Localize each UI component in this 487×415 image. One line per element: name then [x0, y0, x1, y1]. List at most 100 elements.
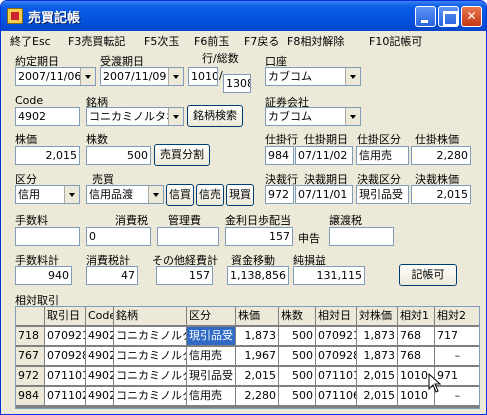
grid-header-cell[interactable]: Code — [86, 307, 114, 326]
menu-f5-next[interactable]: F5次玉 — [144, 33, 179, 49]
category-cell[interactable]: 信用売 — [187, 347, 236, 366]
chevron-down-icon[interactable] — [345, 108, 360, 125]
split-trade-button[interactable]: 売買分割 — [154, 144, 210, 166]
grid-header-cell[interactable]: 取引日 — [45, 307, 86, 326]
code-cell[interactable]: 4902 — [86, 327, 114, 346]
meigara-cell[interactable]: コニカミノルタ — [114, 347, 187, 366]
row-number-field[interactable]: 1010 — [188, 67, 218, 86]
net-profit-field[interactable]: 131,115 — [293, 266, 365, 285]
relative-price-cell[interactable]: 1,873 — [357, 327, 398, 346]
relative2-cell[interactable]: 717 — [435, 327, 479, 346]
code-cell[interactable]: 4902 — [86, 347, 114, 366]
shares-cell[interactable]: 500 — [279, 347, 316, 366]
menu-f10-record[interactable]: F10記帳可 — [369, 33, 422, 49]
minimize-button[interactable] — [415, 6, 436, 27]
meigara-cell[interactable]: コニカミノルタ — [114, 367, 187, 386]
code-cell[interactable]: 4902 — [86, 387, 114, 406]
shares-cell[interactable]: 500 — [279, 367, 316, 386]
category-cell[interactable]: 信用売 — [187, 387, 236, 406]
transfer-tax-field[interactable] — [329, 227, 394, 246]
relative-date-cell[interactable]: 070921 — [316, 327, 357, 346]
trade-date-cell[interactable]: 071101 — [45, 367, 86, 386]
close-type-field[interactable]: 現引品受 — [356, 185, 409, 204]
close-date-field[interactable]: 07/11/01 — [295, 185, 353, 204]
shares-field[interactable]: 500 — [86, 146, 151, 165]
relative-trade-grid[interactable]: 取引日 Code 銘柄 区分 株価 株数 相対日 対株価 相対1 相対2 718… — [15, 306, 480, 409]
chevron-down-icon[interactable] — [345, 68, 360, 85]
ukewatashi-date-select[interactable]: 2007/11/09 — [100, 67, 184, 86]
menu-f7-back[interactable]: F7戻る — [244, 33, 279, 49]
grid-header-cell[interactable]: 区分 — [187, 307, 236, 326]
relative-date-cell[interactable]: 071106 — [316, 387, 357, 406]
menu-f8-release[interactable]: F8相対解除 — [287, 33, 344, 49]
interest-dividend-field[interactable]: 157 — [225, 227, 293, 246]
open-date-field[interactable]: 07/11/02 — [295, 146, 353, 165]
grid-header-cell[interactable]: 相対1 — [398, 307, 435, 326]
account-select[interactable]: カブコム — [265, 67, 361, 86]
menu-exit[interactable]: 終了Esc — [10, 33, 51, 49]
price-cell[interactable]: 1,873 — [236, 327, 279, 346]
tax-total-field[interactable]: 47 — [86, 266, 138, 285]
open-type-field[interactable]: 信用売 — [356, 146, 409, 165]
shares-cell[interactable]: 500 — [279, 327, 316, 346]
grid-header-cell[interactable]: 銘柄 — [114, 307, 187, 326]
relative2-cell[interactable]: – — [435, 347, 479, 366]
relative-date-cell[interactable]: 071101 — [316, 367, 357, 386]
price-cell[interactable]: 1,967 — [236, 347, 279, 366]
menu-f3-transfer[interactable]: F3売買転記 — [68, 33, 125, 49]
relative-date-cell[interactable]: 070928 — [316, 347, 357, 366]
securities-company-select[interactable]: カブコム — [265, 107, 361, 126]
title-bar[interactable]: 売買記帳 — [1, 1, 486, 31]
relative-price-cell[interactable]: 2,015 — [357, 387, 398, 406]
meigara-cell[interactable]: コニカミノルタ — [114, 387, 187, 406]
consumption-tax-field[interactable]: 0 — [86, 227, 151, 246]
close-button[interactable] — [461, 6, 482, 27]
chevron-down-icon[interactable] — [64, 186, 79, 203]
meigara-select[interactable]: コニカミノルタホー — [86, 107, 184, 126]
trade-date-cell[interactable]: 070921 — [45, 327, 86, 346]
margin-sell-button[interactable]: 信売 — [196, 184, 224, 206]
menu-f6-prev[interactable]: F6前玉 — [194, 33, 229, 49]
price-field[interactable]: 2,015 — [15, 146, 80, 165]
close-price-field[interactable]: 2,015 — [411, 185, 471, 204]
yakujo-date-select[interactable]: 2007/11/06 — [15, 67, 96, 86]
relative-price-cell[interactable]: 2,015 — [357, 367, 398, 386]
trade-select[interactable]: 信用品渡 — [86, 185, 164, 204]
chevron-down-icon[interactable] — [168, 108, 183, 125]
code-cell[interactable]: 4902 — [86, 367, 114, 386]
open-price-field[interactable]: 2,280 — [411, 146, 471, 165]
trade-date-cell[interactable]: 070928 — [45, 347, 86, 366]
maximize-button[interactable] — [438, 6, 459, 27]
management-fee-field[interactable] — [157, 227, 219, 246]
other-expense-field[interactable]: 157 — [156, 266, 213, 285]
margin-buy-button[interactable]: 信買 — [166, 184, 194, 206]
chevron-down-icon[interactable] — [148, 186, 163, 203]
close-row-field[interactable]: 972 — [265, 185, 294, 204]
category-cell[interactable]: 現引品受 — [187, 327, 236, 346]
grid-header-cell[interactable]: 株価 — [236, 307, 279, 326]
category-cell[interactable]: 現引品受 — [187, 367, 236, 386]
meigara-cell[interactable]: コニカミノルタ — [114, 327, 187, 346]
grid-header-cell[interactable]: 相対日 — [316, 307, 357, 326]
code-field[interactable]: 4902 — [15, 107, 80, 126]
price-cell[interactable]: 2,015 — [236, 367, 279, 386]
fund-transfer-field[interactable]: 1,138,856 — [227, 266, 289, 285]
grid-header-cell[interactable]: 株数 — [279, 307, 316, 326]
chevron-down-icon[interactable] — [80, 68, 95, 85]
commission-field[interactable] — [15, 227, 80, 246]
trade-date-cell[interactable]: 071102 — [45, 387, 86, 406]
price-cell[interactable]: 2,280 — [236, 387, 279, 406]
chevron-down-icon[interactable] — [168, 68, 183, 85]
category-select[interactable]: 信用 — [15, 185, 80, 204]
grid-header-cell[interactable]: 相対2 — [435, 307, 479, 326]
grid-header-cell[interactable]: 対株価 — [357, 307, 398, 326]
record-enable-button[interactable]: 記帳可 — [399, 264, 457, 286]
relative1-cell[interactable]: 768 — [398, 327, 435, 346]
commission-total-field[interactable]: 940 — [15, 266, 72, 285]
shares-cell[interactable]: 500 — [279, 387, 316, 406]
meigara-search-button[interactable]: 銘柄検索 — [187, 105, 243, 127]
cash-buy-button[interactable]: 現買 — [226, 184, 254, 206]
open-row-field[interactable]: 984 — [265, 146, 294, 165]
relative-price-cell[interactable]: 1,873 — [357, 347, 398, 366]
relative1-cell[interactable]: 768 — [398, 347, 435, 366]
